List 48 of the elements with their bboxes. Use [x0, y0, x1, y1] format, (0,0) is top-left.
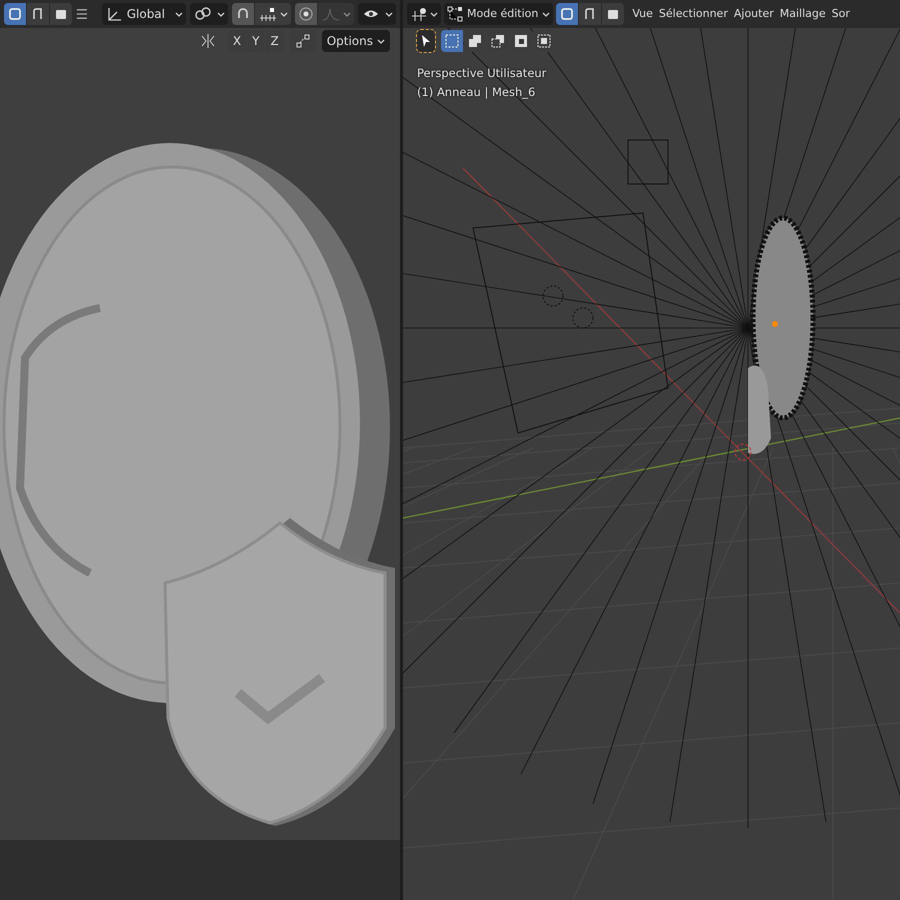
menu-item[interactable]: Sélectionner: [656, 6, 731, 22]
intersect-selection-icon: [536, 33, 552, 49]
caret-icon: [217, 10, 225, 18]
linked-circles-icon: [193, 6, 213, 22]
subtract-selection-icon: [490, 33, 506, 49]
snap-toggle-button[interactable]: [232, 3, 254, 25]
caret-icon: [542, 10, 550, 18]
menu-item[interactable]: Maillage: [776, 6, 829, 22]
options-dropdown[interactable]: Options: [322, 30, 390, 52]
falloff-curve-icon: [321, 6, 339, 22]
face-select-button[interactable]: [602, 3, 624, 25]
menu-icon: [76, 8, 88, 20]
snap-target-dropdown[interactable]: [255, 3, 291, 25]
editor-type-dropdown[interactable]: [407, 3, 441, 25]
menu-item[interactable]: Sor: [828, 6, 853, 22]
face-select-button[interactable]: [50, 3, 72, 25]
edge-select-button[interactable]: [579, 3, 602, 25]
vertex-select-icon: [7, 6, 23, 22]
selection-mode-button[interactable]: [441, 30, 463, 52]
menu-item[interactable]: Ajouter: [730, 6, 777, 22]
caret-icon: [377, 38, 385, 44]
curve-points-icon: [294, 33, 311, 49]
mode-dropdown[interactable]: Mode édition: [444, 3, 554, 25]
viewport-icon: [410, 6, 426, 22]
object-info-label: (1) Anneau | Mesh_6: [417, 84, 536, 101]
caret-icon: [385, 10, 393, 18]
caret-icon: [280, 10, 288, 18]
vertex-select-button[interactable]: [556, 3, 578, 25]
caret-icon: [343, 10, 351, 18]
snap-increment-icon: [258, 6, 276, 22]
mirror-icon: [198, 33, 217, 49]
new-selection-icon: [444, 33, 460, 49]
visibility-dropdown[interactable]: [358, 3, 396, 25]
menu-item[interactable]: Vue: [629, 6, 656, 22]
caret-icon: [175, 10, 183, 18]
edit-mode-icon: [447, 6, 463, 22]
orientation-dropdown[interactable]: Global: [102, 3, 186, 25]
edge-select-button[interactable]: [27, 3, 49, 25]
extend-selection-icon: [467, 33, 483, 49]
invert-selection-icon: [513, 33, 529, 49]
proportional-edit-button[interactable]: [295, 3, 317, 25]
cursor-icon: [420, 34, 432, 48]
vertex-select-icon: [559, 6, 576, 22]
pivot-dropdown[interactable]: [190, 3, 228, 25]
view-name-label: Perspective Utilisateur: [417, 65, 546, 82]
select-tool-button[interactable]: [417, 30, 435, 52]
proportional-edit-icon: [298, 6, 314, 22]
caret-icon: [430, 10, 438, 18]
